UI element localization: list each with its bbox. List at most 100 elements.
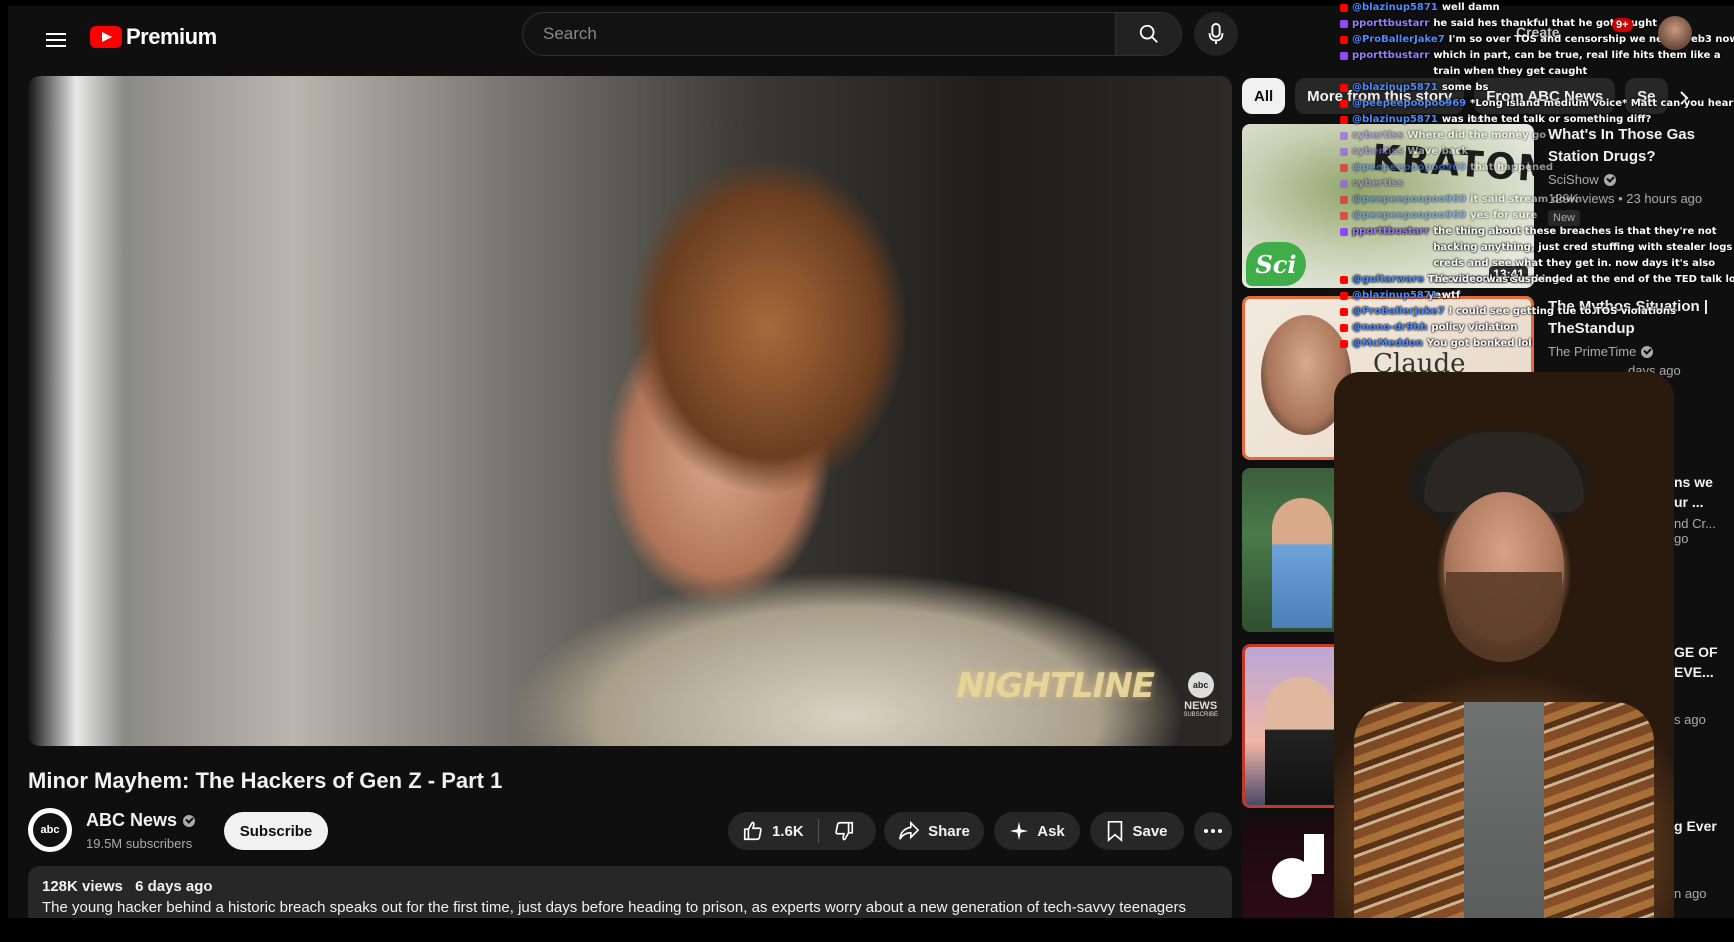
chat-message: @blazinup5871 some bs	[1340, 80, 1734, 96]
channel-name[interactable]: ABC News	[86, 810, 177, 831]
save-label: Save	[1132, 822, 1168, 840]
screen-bottom-bar	[0, 918, 1734, 942]
chat-username[interactable]: @McMeddon	[1352, 336, 1423, 352]
thumbs-up-icon	[743, 821, 762, 841]
chat-text: I could see getting tue to TOS violation…	[1448, 306, 1676, 317]
recommendation-title-fragment[interactable]: g Ever	[1674, 816, 1717, 836]
channel-avatar[interactable]: abc	[28, 808, 72, 852]
voice-search-button[interactable]	[1194, 12, 1238, 56]
like-dislike-group: 1.6K	[728, 812, 876, 850]
watermark-news-text: NEWS	[1184, 700, 1218, 712]
search-input[interactable]	[523, 13, 1115, 55]
share-button[interactable]: Share	[884, 812, 984, 850]
microphone-icon	[1208, 23, 1224, 45]
thumbnail-person	[1272, 498, 1332, 628]
like-button[interactable]: 1.6K	[728, 812, 818, 850]
chat-username[interactable]: @blazinup5871	[1352, 288, 1438, 304]
fragment-line: GE OF	[1674, 644, 1718, 660]
chat-message: pporttbustarr which in part, can be true,…	[1340, 48, 1734, 80]
chat-text: Wave back	[1407, 146, 1469, 157]
hamburger-icon	[46, 33, 66, 47]
video-title: Minor Mayhem: The Hackers of Gen Z - Par…	[28, 768, 503, 793]
chat-username[interactable]: @blazinup5871	[1352, 80, 1438, 96]
menu-button[interactable]	[36, 20, 76, 60]
search-button[interactable]	[1115, 13, 1181, 55]
chat-text: Where did the money go	[1407, 130, 1547, 141]
fragment-meta: nd Cr...	[1674, 516, 1716, 531]
save-button[interactable]: Save	[1090, 812, 1184, 850]
more-horizontal-icon	[1204, 829, 1222, 833]
description-meta: 128K views 6 days ago	[42, 878, 1218, 895]
chat-username[interactable]: @peepeepoopoo969	[1352, 208, 1466, 224]
share-label: Share	[928, 822, 970, 840]
chat-username[interactable]: @ProBallerJake7	[1352, 304, 1445, 320]
chat-username[interactable]: pporttbustarr	[1352, 48, 1429, 80]
chat-username[interactable]: @peepeepoopoo969	[1352, 160, 1466, 176]
chat-text: was it the ted talk or something diff?	[1441, 114, 1652, 125]
upload-date: 6 days ago	[135, 878, 213, 895]
chat-username[interactable]: pporttbustarr	[1352, 16, 1429, 32]
youtube-icon	[1340, 84, 1348, 92]
notifications-badge[interactable]: 9+	[1612, 18, 1633, 32]
description-text: The young hacker behind a historic breac…	[42, 899, 1186, 916]
chat-username[interactable]: cybertiss	[1352, 176, 1403, 192]
thumbnail-person	[1265, 677, 1335, 805]
twitch-icon	[1340, 52, 1348, 60]
abc-logo-icon: abc	[33, 813, 67, 847]
description-box[interactable]: 128K views 6 days ago The young hacker b…	[28, 866, 1232, 918]
chat-username[interactable]: @blazinup5871	[1352, 112, 1438, 128]
youtube-premium-logo[interactable]: Premium	[90, 24, 217, 50]
chat-message: @nono-dr9hh policy violation	[1340, 320, 1734, 336]
chat-message: @McMeddon You got bonked lol	[1340, 336, 1734, 352]
chat-username[interactable]: @ProBallerJake7	[1352, 32, 1445, 48]
chat-username[interactable]: cybertiss	[1352, 128, 1403, 144]
recommendation-title-fragment[interactable]: ns we ur ...	[1674, 472, 1713, 512]
chat-message: cybertiss Where did the money go	[1340, 128, 1734, 144]
youtube-icon	[1340, 340, 1348, 348]
video-player[interactable]: NIGHTLINE abc NEWS SUBSCRIBE	[28, 76, 1232, 746]
webcam-beard	[1446, 572, 1562, 662]
chat-username[interactable]: @blazinup5871	[1352, 0, 1438, 16]
fragment-line: EVE...	[1674, 664, 1714, 680]
fragment-line: ns we	[1674, 474, 1713, 490]
youtube-icon	[1340, 196, 1348, 204]
youtube-icon	[1340, 276, 1348, 284]
chat-message: cybertiss Wave back	[1340, 144, 1734, 160]
ask-button[interactable]: Ask	[994, 812, 1080, 850]
chat-username[interactable]: cybertiss	[1352, 144, 1403, 160]
chat-username[interactable]: @peepeepoopoo969	[1352, 192, 1466, 208]
recommendation-title-fragment[interactable]: GE OF EVE...	[1674, 642, 1718, 682]
more-actions-button[interactable]	[1194, 812, 1232, 850]
chat-text: some bs	[1441, 82, 1489, 93]
fragment-meta: go	[1674, 531, 1689, 546]
chat-message: @peepeepoopoo969 it said stream down	[1340, 192, 1734, 208]
thumbs-down-icon	[834, 821, 853, 841]
view-count: 128K views	[42, 878, 123, 895]
youtube-icon	[1340, 324, 1348, 332]
dislike-button[interactable]	[819, 812, 869, 850]
ask-label: Ask	[1037, 822, 1065, 840]
youtube-icon	[1340, 212, 1348, 220]
scishow-logo: Sci	[1246, 242, 1306, 286]
subscribe-button[interactable]: Subscribe	[224, 812, 328, 850]
account-avatar[interactable]	[1658, 16, 1692, 50]
recommendation-meta-fragment: nd Cr... go	[1674, 516, 1716, 546]
twitch-icon	[1340, 180, 1348, 188]
create-button-fragment[interactable]: Create	[1516, 24, 1560, 40]
youtube-icon	[1340, 36, 1348, 44]
chat-username[interactable]: @nono-dr9hh	[1352, 320, 1427, 336]
chat-text: which in part, can be true, real life hi…	[1433, 50, 1721, 77]
chat-text: policy violation	[1431, 322, 1518, 333]
like-count: 1.6K	[772, 822, 804, 840]
chat-message: @peepeepoopoo969 yes for sure	[1340, 208, 1734, 224]
search-icon	[1139, 24, 1158, 43]
abc-news-watermark[interactable]: abc NEWS SUBSCRIBE	[1183, 672, 1218, 718]
channel-name-row[interactable]: ABC News	[86, 810, 196, 831]
chat-message: @blazinup5871 was it the ted talk or some…	[1340, 112, 1734, 128]
chip-all[interactable]: All	[1242, 78, 1286, 114]
recommendation-meta-fragment: s ago	[1674, 712, 1706, 727]
twitch-icon	[1340, 148, 1348, 156]
verified-icon	[183, 814, 196, 827]
subscriber-count: 19.5M subscribers	[86, 836, 193, 851]
youtube-icon	[1340, 308, 1348, 316]
